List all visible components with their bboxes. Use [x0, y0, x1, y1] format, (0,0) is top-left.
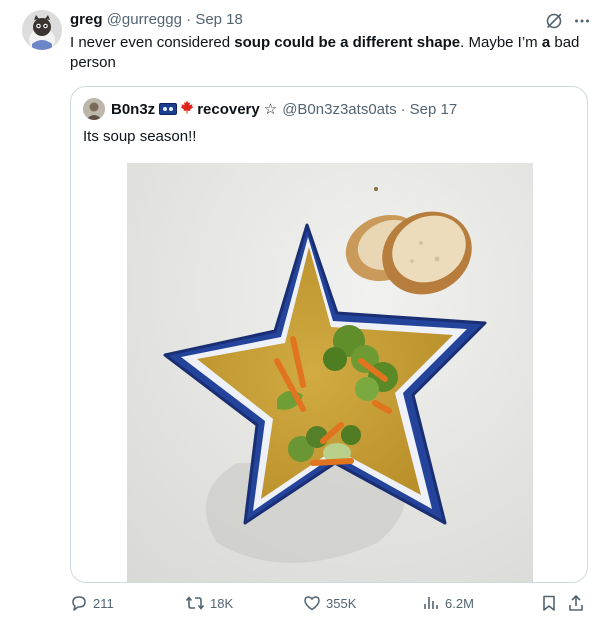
tweet-text-part: . Maybe I’m — [460, 34, 542, 51]
tweet-text: I never even considered soup could be a … — [70, 33, 590, 73]
tweet[interactable]: greg @gurreggg · Sep 18 I never even con… — [0, 0, 609, 623]
share-icon — [567, 594, 585, 612]
quoted-author-handle[interactable]: @B0n3z3ats0ats — [282, 101, 396, 118]
separator-dot: · — [400, 100, 406, 118]
repost-icon — [185, 594, 205, 612]
quoted-tweet-header: B0n3z recovery ☆ @B0n3z3ats0ats · Sep 17 — [83, 98, 458, 120]
tweet-top-actions — [545, 12, 591, 30]
reply-button[interactable]: 211 — [70, 592, 114, 614]
views-icon — [422, 594, 440, 612]
heart-icon — [303, 594, 321, 612]
soup-photo[interactable] — [127, 163, 533, 582]
views-button[interactable]: 6.2M — [422, 592, 474, 614]
like-count: 355K — [326, 595, 357, 611]
tweet-text-bold: soup could be a different shape — [234, 34, 461, 51]
author-handle[interactable]: @gurreggg — [107, 11, 182, 28]
quoted-author-avatar[interactable] — [83, 98, 105, 120]
star-icon: ☆ — [263, 101, 278, 118]
view-count: 6.2M — [445, 595, 474, 611]
separator-dot: · — [186, 11, 192, 28]
maple-leaf-icon — [180, 100, 194, 118]
tweet-text-bold: a — [541, 34, 551, 51]
tweet-text-part: I never even considered — [70, 34, 235, 51]
repost-button[interactable]: 18K — [185, 592, 233, 614]
tweet-header: greg @gurreggg · Sep 18 — [70, 10, 243, 30]
quoted-tweet-text: Its soup season!! — [83, 128, 197, 145]
author-avatar[interactable] — [22, 10, 62, 50]
tweet-action-bar: 211 18K 355K 6.2M — [70, 592, 590, 614]
quoted-tweet[interactable]: B0n3z recovery ☆ @B0n3z3ats0ats · Sep 17… — [70, 86, 588, 583]
quoted-author-label[interactable]: recovery — [197, 101, 260, 118]
quoted-author-name[interactable]: B0n3z — [111, 101, 155, 118]
reply-count: 211 — [93, 595, 114, 611]
grok-icon[interactable] — [545, 12, 563, 30]
bookmark-icon — [540, 594, 558, 612]
reply-icon — [70, 594, 88, 612]
tape-icon — [159, 103, 178, 115]
tweet-date[interactable]: Sep 18 — [195, 11, 243, 28]
like-button[interactable]: 355K — [303, 592, 356, 614]
more-icon[interactable] — [573, 12, 591, 30]
repost-count: 18K — [210, 595, 234, 611]
author-name[interactable]: greg — [70, 11, 103, 28]
bookmark-button[interactable] — [540, 592, 558, 614]
share-button[interactable] — [567, 592, 585, 614]
quoted-tweet-date[interactable]: Sep 17 — [410, 101, 458, 118]
